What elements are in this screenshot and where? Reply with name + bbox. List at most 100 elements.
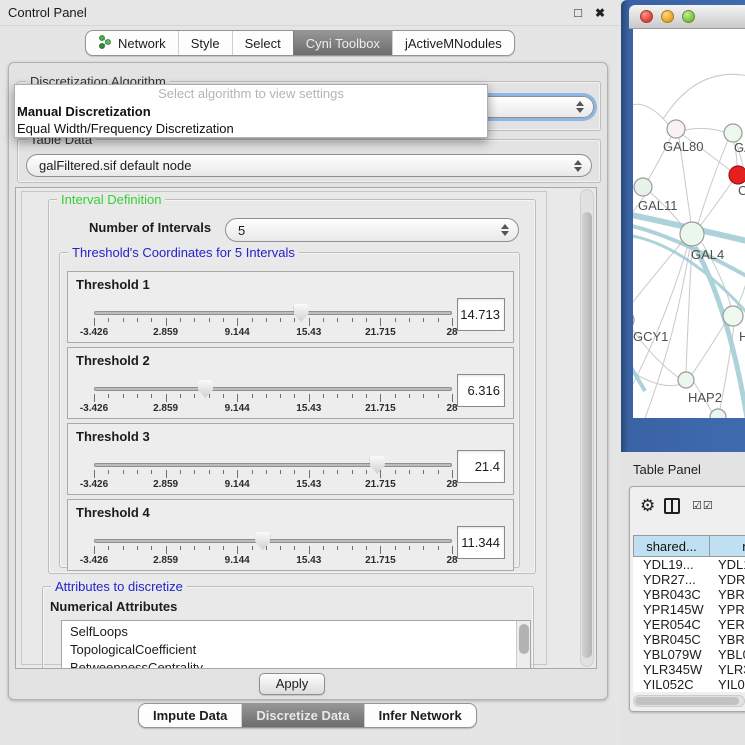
threshold-2-tick-scale <box>94 394 452 403</box>
label-ga-cut: GA <box>734 140 745 155</box>
apply-button[interactable]: Apply <box>259 673 325 695</box>
label-hap2: HAP2 <box>688 390 722 405</box>
network-canvas[interactable]: GAL80 GA C GAL11 GAL4 GCY1 H HAP2 <box>633 29 745 418</box>
threshold-3-label: Threshold 3 <box>76 429 150 444</box>
bottom-tabbar: Impute Data Discretize Data Infer Networ… <box>138 703 477 728</box>
tab-jactivemnodules[interactable]: jActiveMNodules <box>392 31 514 55</box>
threshold-4-tick-labels: -3.4262.8599.14415.4321.71528 <box>94 555 452 567</box>
tab-jactivemnodules-label: jActiveMNodules <box>405 36 502 51</box>
node-red-selected[interactable] <box>729 166 745 184</box>
label-gal11: GAL11 <box>638 198 678 213</box>
node-hap2[interactable] <box>678 372 694 388</box>
minimize-traffic-light-icon[interactable] <box>661 10 674 23</box>
gear-icon[interactable]: ⚙ <box>640 496 655 516</box>
table-panel-header: Table Panel <box>620 452 745 486</box>
tab-style-label: Style <box>191 36 220 51</box>
column-header-shared-name[interactable]: shared... <box>633 535 710 557</box>
tab-impute-data[interactable]: Impute Data <box>139 704 241 727</box>
table-panel-box: ⚙ ☑☑ shared... na YDL19...YDL1YDR27...YD… <box>629 486 745 712</box>
table-row[interactable]: YPR145WYPR1 <box>633 602 745 617</box>
node-gcy1[interactable] <box>633 311 634 329</box>
right-column: GAL80 GA C GAL11 GAL4 GCY1 H HAP2 Table … <box>620 0 745 745</box>
network-icon <box>98 35 112 52</box>
threshold-1-tick-scale <box>94 318 452 327</box>
control-panel-titlebar: Control Panel □ ✖ <box>0 0 620 26</box>
threshold-2-value-field[interactable]: 6.316 <box>457 374 505 407</box>
network-window-titlebar <box>629 5 745 29</box>
threshold-1-value-field[interactable]: 14.713 <box>457 298 505 331</box>
tab-select[interactable]: Select <box>232 31 293 55</box>
attributes-group: Attributes to discretize Numerical Attri… <box>42 586 534 669</box>
table-hscroll-thumb[interactable] <box>635 697 739 705</box>
dropdown-option-equal-width[interactable]: Equal Width/Frequency Discretization <box>15 120 487 137</box>
threshold-1-tick-labels: -3.4262.8599.14415.4321.71528 <box>94 327 452 339</box>
threshold-4-tick-scale <box>94 546 452 555</box>
table-data-group: Table Data galFiltered.sif default node <box>17 139 601 183</box>
threshold-3-tick-scale <box>94 470 452 479</box>
combo-arrows-icon <box>501 224 509 236</box>
node-gal11[interactable] <box>634 178 652 196</box>
tab-discretize-data-label: Discretize Data <box>256 708 349 723</box>
attribute-list-item[interactable]: BetweennessCentrality <box>70 659 516 669</box>
tab-cyni-toolbox[interactable]: Cyni Toolbox <box>293 31 392 55</box>
label-gcy1: GCY1 <box>633 329 668 344</box>
node-bottom-partial[interactable] <box>710 409 726 418</box>
column-header-name[interactable]: na <box>710 535 745 557</box>
tab-infer-network-label: Infer Network <box>379 708 462 723</box>
close-traffic-light-icon[interactable] <box>640 10 653 23</box>
threshold-3-value-field[interactable]: 21.4 <box>457 450 505 483</box>
table-row[interactable]: YBL079WYBL0 <box>633 647 745 662</box>
dropdown-placeholder-item[interactable]: Select algorithm to view settings <box>15 85 487 103</box>
zoom-traffic-light-icon[interactable] <box>682 10 695 23</box>
table-horizontal-scrollbar[interactable] <box>633 695 745 707</box>
dropdown-option-manual-discretization[interactable]: Manual Discretization <box>15 103 487 120</box>
settings-vertical-scrollbar[interactable] <box>580 189 594 667</box>
table-data-combobox[interactable]: galFiltered.sif default node <box>26 154 592 177</box>
attributes-group-label: Attributes to discretize <box>51 579 187 594</box>
table-row[interactable]: YIL052CYIL0 <box>633 677 745 692</box>
interval-definition-label: Interval Definition <box>57 192 165 207</box>
threshold-4-slider-track[interactable] <box>94 539 452 543</box>
table-row[interactable]: YDR27...YDR2 <box>633 572 745 587</box>
label-h-cut: H <box>739 329 745 344</box>
cyni-content-panel: Discretization Algorithm Select algorith… <box>8 62 608 700</box>
attribute-list-scroll-thumb[interactable] <box>519 624 529 654</box>
tab-discretize-data[interactable]: Discretize Data <box>241 704 363 727</box>
threshold-3-slider-track[interactable] <box>94 463 452 467</box>
settings-scroll-thumb[interactable] <box>582 212 592 658</box>
numerical-attributes-label: Numerical Attributes <box>50 599 177 614</box>
attribute-list-scrollbar[interactable] <box>516 621 530 669</box>
table-row[interactable]: YDL19...YDL1 <box>633 557 745 572</box>
threshold-1-slider-track[interactable] <box>94 311 452 315</box>
table-row[interactable]: YBR045CYBR0 <box>633 632 745 647</box>
threshold-2-slider-track[interactable] <box>94 387 452 391</box>
split-columns-icon[interactable] <box>664 498 680 514</box>
numerical-attributes-list[interactable]: SelfLoopsTopologicalCoefficientBetweenne… <box>61 620 531 669</box>
threshold-4-panel: Threshold 4 -3.4262.8599.14415.4321.7152… <box>67 499 514 571</box>
threshold-3-panel: Threshold 3 -3.4262.8599.14415.4321.7152… <box>67 423 514 495</box>
attribute-list-item[interactable]: TopologicalCoefficient <box>70 641 516 659</box>
number-of-intervals-combobox[interactable]: 5 <box>225 218 519 242</box>
tab-network[interactable]: Network <box>86 31 178 55</box>
select-columns-icon[interactable]: ☑☑ <box>692 499 714 512</box>
tab-select-label: Select <box>245 36 281 51</box>
table-row[interactable]: YER054CYER0 <box>633 617 745 632</box>
thresholds-group-label: Threshold's Coordinates for 5 Intervals <box>68 245 299 260</box>
float-window-icon[interactable]: □ <box>570 5 586 21</box>
settings-scroll-viewport: Interval Definition Number of Intervals … <box>15 187 597 669</box>
tab-impute-data-label: Impute Data <box>153 708 227 723</box>
attribute-list-item[interactable]: SelfLoops <box>70 623 516 641</box>
tab-infer-network[interactable]: Infer Network <box>364 704 476 727</box>
label-c-cut: C <box>738 183 745 198</box>
node-gal80[interactable] <box>667 120 685 138</box>
table-row[interactable]: YLR345WYLR3 <box>633 662 745 677</box>
tab-style[interactable]: Style <box>178 31 232 55</box>
combo-arrows-icon <box>574 160 582 172</box>
node-gal4[interactable] <box>680 222 704 246</box>
node-h[interactable] <box>723 306 743 326</box>
threshold-4-value-field[interactable]: 11.344 <box>457 526 505 559</box>
network-view-window: GAL80 GA C GAL11 GAL4 GCY1 H HAP2 <box>621 0 745 452</box>
table-row[interactable]: YBR043CYBR0 <box>633 587 745 602</box>
label-gal80: GAL80 <box>663 139 703 154</box>
close-icon[interactable]: ✖ <box>592 5 608 21</box>
